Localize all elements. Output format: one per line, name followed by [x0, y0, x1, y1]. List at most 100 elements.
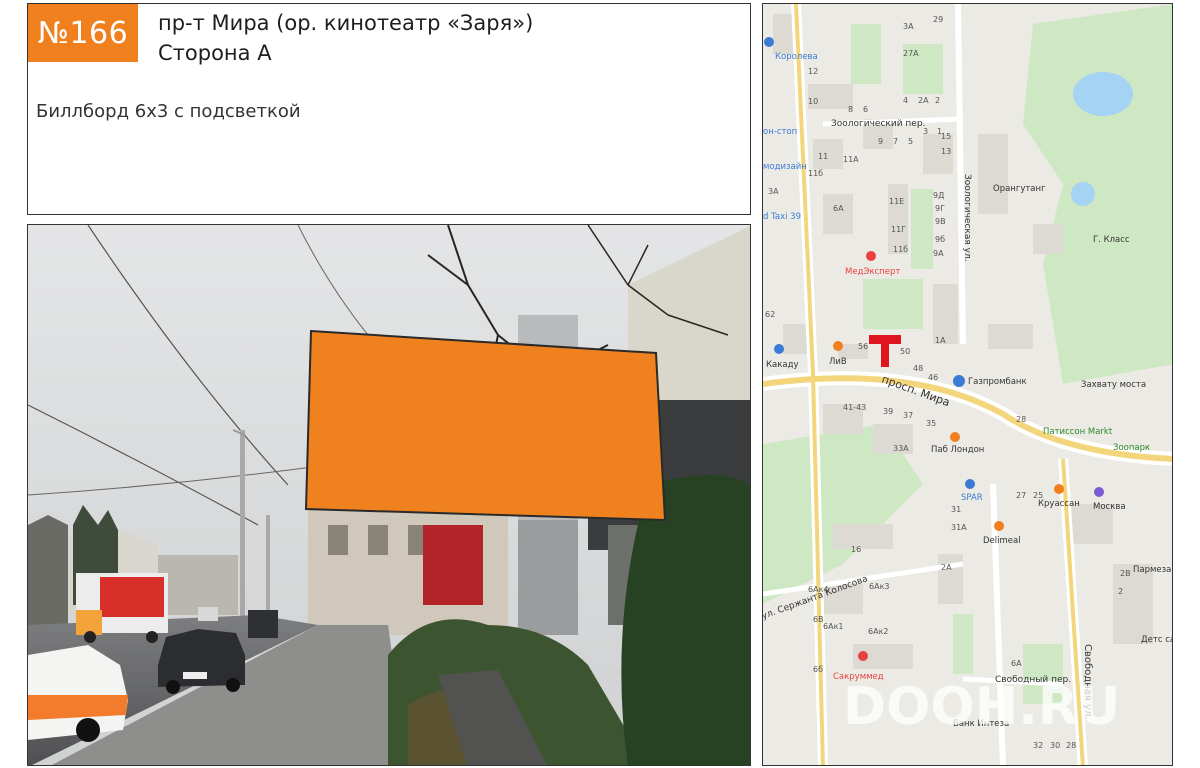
info-panel: №166 пр-т Мира (ор. кинотеатр «Заря») Ст… [27, 3, 751, 215]
house-number: 6Ак4 [808, 585, 828, 594]
street-zoologichesky-per: Зоологический пер. [831, 119, 925, 129]
poi-orangutan: Орангутанг [993, 184, 1046, 194]
house-number: 62 [765, 310, 775, 319]
house-number: 11А [843, 155, 859, 164]
poi-patisson: Патиссон Markt [1043, 427, 1113, 437]
house-number: 9Д [933, 191, 944, 200]
house-number: 2А [918, 96, 929, 105]
poi-medexpert: МедЭксперт [845, 267, 900, 277]
krussan-icon [1054, 484, 1064, 494]
poi-delimeal: Delimeal [983, 536, 1021, 546]
poi-pab-london: Паб Лондон [931, 445, 984, 455]
address-line-street: пр-т Мира (ор. кинотеатр «Заря») [158, 11, 534, 35]
poi-taxi: d Taxi 39 [763, 212, 801, 222]
spar-icon [965, 479, 975, 489]
house-number: 3А [903, 22, 914, 31]
poi-detsad: Детс сад N [1141, 635, 1173, 645]
house-number: 3А [768, 187, 779, 196]
watermark: DOOH.RU [843, 677, 1120, 737]
street-zoologicheskaya: Зоологическая ул. [962, 174, 972, 262]
house-number: 9Г [935, 204, 945, 213]
car-dark [158, 629, 245, 694]
house-number: 46 [928, 373, 938, 382]
delimeal-icon [994, 521, 1004, 531]
poi-zoopark: Зоопарк [1113, 443, 1150, 453]
house-number: 27 [1016, 491, 1026, 500]
poi-zakhvatu-mosta: Захвату моста [1081, 380, 1146, 390]
house-number: 11б [808, 169, 823, 178]
house-number: 16 [851, 545, 861, 554]
location-map: просп. Мира Зоологическая ул. Зоологичес… [762, 3, 1173, 766]
poi-gazprombank: Газпромбанк [968, 377, 1027, 387]
house-number: 41-43 [843, 403, 866, 412]
liv-icon [833, 341, 843, 351]
house-number: 11Е [889, 197, 904, 206]
street-photo [27, 224, 751, 766]
house-number: 6б [813, 665, 823, 674]
moskva-icon [1094, 487, 1104, 497]
house-number: 28 [1016, 415, 1026, 424]
medexpert-icon [866, 251, 876, 261]
house-number: 2А [941, 563, 952, 572]
house-number: 30 [1050, 741, 1060, 750]
poi-koroleva: Королева [775, 52, 818, 62]
house-number: 29 [933, 15, 943, 24]
poi-klass: Г. Класс [1093, 235, 1130, 245]
house-number: 31А [951, 523, 967, 532]
address: пр-т Мира (ор. кинотеатр «Заря») Сторона… [158, 8, 533, 68]
house-number: 11б [893, 245, 908, 254]
house-number: 10 [808, 97, 818, 106]
sakrummed-icon [858, 651, 868, 661]
kakadu-icon [774, 344, 784, 354]
poi-on-stop: он-стоп [763, 127, 797, 137]
house-number: 6А [1011, 659, 1022, 668]
house-number: 37 [903, 411, 913, 420]
house-number: 31 [951, 505, 961, 514]
pab-london-icon [950, 432, 960, 442]
house-number: 25 [1033, 491, 1043, 500]
house-number: 7 [893, 137, 898, 146]
site-number-badge: №166 [28, 4, 138, 62]
house-number: 4 [903, 96, 908, 105]
poi-modizain: модизайн [763, 162, 807, 172]
house-number: 6Ак1 [823, 622, 843, 631]
address-line-side: Сторона А [158, 41, 272, 65]
house-number: 35 [926, 419, 936, 428]
house-number: 2 [1118, 587, 1123, 596]
house-number: 11Г [891, 225, 906, 234]
house-number: 9А [933, 249, 944, 258]
poi-moskva: Москва [1093, 502, 1126, 512]
truck [76, 573, 168, 643]
house-number: 33А [893, 444, 909, 453]
house-number: 3 [923, 127, 928, 136]
poi-liv: ЛиВ [829, 357, 847, 367]
house-number: 50 [900, 347, 910, 356]
house-number: 11 [818, 152, 828, 161]
house-number: 9В [935, 217, 946, 226]
house-number: 6А [833, 204, 844, 213]
gazprombank-icon [953, 375, 965, 387]
house-number: 27А [903, 49, 919, 58]
house-number: 6В [813, 615, 824, 624]
billboard-description: Биллборд 6х3 с подсветкой [36, 101, 301, 122]
house-number: 15 [941, 132, 951, 141]
house-number: 1А [935, 336, 946, 345]
house-number: 9б [935, 235, 945, 244]
house-number: 5 [908, 137, 913, 146]
poi-icon [764, 37, 774, 47]
house-number: 56 [858, 342, 868, 351]
poi-spar: SPAR [961, 493, 983, 503]
house-number: 13 [941, 147, 951, 156]
poi-kakadu: Какаду [766, 360, 799, 370]
poi-krussan: Круассан [1038, 499, 1080, 509]
lake [1073, 72, 1133, 116]
house-number: 9 [878, 137, 883, 146]
billboard [304, 329, 667, 522]
house-number: 48 [913, 364, 923, 373]
pond [1071, 182, 1095, 206]
house-number: 12 [808, 67, 818, 76]
house-number: 6 [863, 105, 868, 114]
house-number: 2В [1120, 569, 1131, 578]
house-number: 39 [883, 407, 893, 416]
house-number: 6Ак3 [869, 582, 889, 591]
